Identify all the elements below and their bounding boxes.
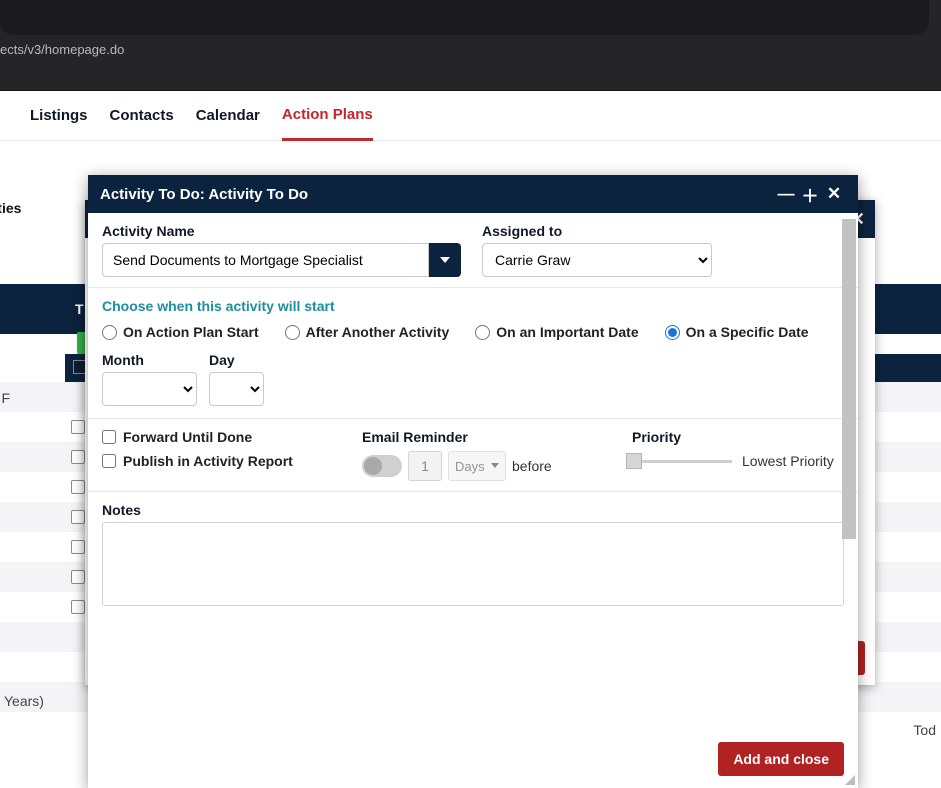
email-reminder-toggle[interactable]	[362, 455, 402, 477]
radio-after-activity[interactable]: After Another Activity	[285, 324, 450, 340]
browser-tab	[0, 0, 929, 35]
publish-report-checkbox[interactable]: Publish in Activity Report	[102, 453, 332, 469]
radio-label: On a Specific Date	[686, 324, 809, 340]
notes-textarea[interactable]	[102, 522, 844, 606]
reminder-suffix: before	[512, 458, 552, 474]
bg-bottom-label: ard (20 Years)	[0, 693, 44, 709]
modal-header: Activity To Do: Activity To Do — ＋ ✕	[88, 175, 858, 213]
day-select[interactable]	[209, 372, 264, 406]
radio-after-activity-input[interactable]	[285, 325, 300, 340]
nav-contacts[interactable]: Contacts	[110, 92, 174, 139]
modal-scrollbar[interactable]	[842, 219, 856, 728]
activity-name-label: Activity Name	[102, 223, 462, 239]
bg-stat-3: Tod	[913, 722, 936, 738]
bg-row-checkbox[interactable]	[71, 480, 85, 494]
add-and-close-button[interactable]: Add and close	[718, 742, 844, 776]
modal-body: Activity Name Assigned to Carrie Graw Ch…	[88, 213, 858, 612]
forward-until-done-checkbox[interactable]: Forward Until Done	[102, 429, 332, 445]
close-icon[interactable]: ✕	[822, 184, 846, 204]
bg-col-t: T	[75, 301, 84, 317]
radio-label: On an Important Date	[496, 324, 638, 340]
priority-value-label: Lowest Priority	[742, 453, 834, 469]
activity-name-input[interactable]	[102, 243, 429, 277]
radio-label: On Action Plan Start	[123, 324, 259, 340]
email-reminder-label: Email Reminder	[362, 429, 468, 445]
bg-row-checkbox[interactable]	[71, 600, 85, 614]
divider	[88, 491, 858, 492]
chevron-down-icon	[440, 257, 450, 263]
forward-checkbox-input[interactable]	[102, 430, 116, 444]
publish-checkbox-input[interactable]	[102, 454, 116, 468]
start-section-title: Choose when this activity will start	[102, 298, 844, 314]
priority-slider[interactable]	[632, 460, 732, 463]
bg-row-checkbox[interactable]	[71, 420, 85, 434]
bg-row-checkbox[interactable]	[71, 540, 85, 554]
start-radio-group: On Action Plan Start After Another Activ…	[102, 324, 844, 340]
notes-label: Notes	[102, 502, 844, 518]
modal-title: Activity To Do: Activity To Do	[100, 186, 774, 203]
modal-footer: Add and close	[88, 732, 858, 788]
minimize-icon[interactable]: —	[774, 184, 798, 204]
priority-label: Priority	[632, 429, 681, 445]
scrollbar-thumb[interactable]	[842, 219, 856, 539]
checkbox-label: Publish in Activity Report	[123, 453, 293, 469]
assigned-to-label: Assigned to	[482, 223, 712, 239]
bg-row-checkbox[interactable]	[71, 570, 85, 584]
browser-chrome: ects/v3/homepage.do	[0, 0, 941, 90]
radio-important-date-input[interactable]	[475, 325, 490, 340]
radio-important-date[interactable]: On an Important Date	[475, 324, 638, 340]
radio-specific-date[interactable]: On a Specific Date	[665, 324, 809, 340]
radio-label: After Another Activity	[306, 324, 450, 340]
reminder-number-input[interactable]	[408, 451, 442, 481]
radio-on-plan-start-input[interactable]	[102, 325, 117, 340]
day-label: Day	[209, 352, 264, 368]
month-select[interactable]	[102, 372, 197, 406]
assigned-to-select[interactable]: Carrie Graw	[482, 243, 712, 277]
resize-handle-icon[interactable]	[842, 772, 856, 786]
reminder-unit-select[interactable]: Days	[448, 451, 506, 481]
checkbox-label: Forward Until Done	[123, 429, 252, 445]
radio-specific-date-input[interactable]	[665, 325, 680, 340]
activity-name-dropdown-button[interactable]	[429, 243, 461, 277]
bg-activities-label: s Activities	[0, 200, 21, 216]
bg-row-checkbox[interactable]	[71, 450, 85, 464]
url-bar: ects/v3/homepage.do	[0, 42, 124, 57]
nav-calendar[interactable]: Calendar	[196, 92, 260, 139]
nav-action-plans[interactable]: Action Plans	[282, 91, 373, 141]
main-navbar: Listings Contacts Calendar Action Plans	[0, 91, 941, 141]
maximize-icon[interactable]: ＋	[798, 182, 822, 207]
slider-thumb[interactable]	[626, 453, 642, 469]
toggle-knob	[364, 457, 382, 475]
radio-on-plan-start[interactable]: On Action Plan Start	[102, 324, 259, 340]
divider	[88, 287, 858, 288]
month-label: Month	[102, 352, 197, 368]
bg-row-label: gh-Touch F	[0, 390, 10, 406]
bg-row-checkbox[interactable]	[71, 510, 85, 524]
nav-listings[interactable]: Listings	[30, 92, 88, 139]
activity-modal: Activity To Do: Activity To Do — ＋ ✕ Act…	[88, 175, 858, 788]
divider	[88, 418, 858, 419]
